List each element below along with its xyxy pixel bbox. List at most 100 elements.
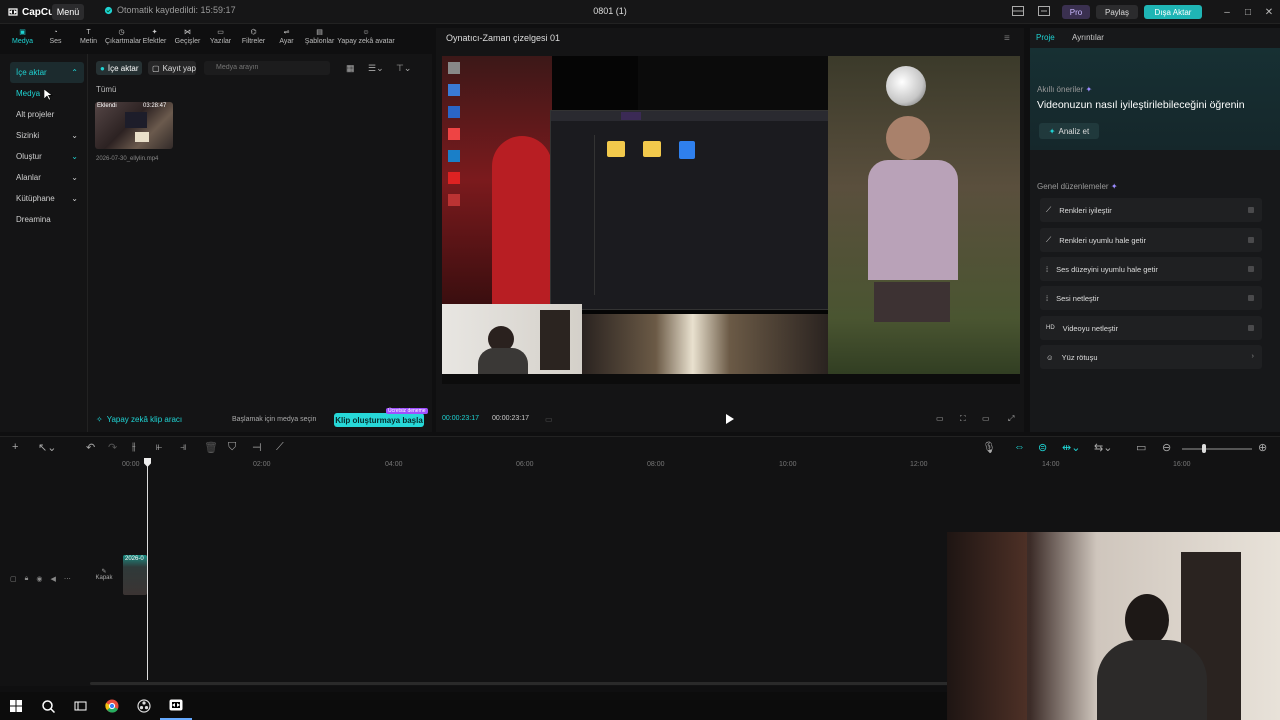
- playhead[interactable]: [147, 458, 148, 680]
- close-icon[interactable]: ✕: [1262, 5, 1276, 19]
- fullscreen-icon[interactable]: ⤢: [1008, 414, 1014, 424]
- split-left-icon[interactable]: ⫦: [156, 441, 162, 454]
- layout-icon[interactable]: [1012, 6, 1024, 16]
- link-icon[interactable]: ⇔: [1014, 441, 1025, 453]
- preview-axis-icon[interactable]: ⇹⌄: [1062, 441, 1080, 454]
- pro-button[interactable]: Pro: [1062, 5, 1090, 19]
- windows-start-icon[interactable]: [0, 692, 32, 720]
- ai-clip-tool[interactable]: ✧ Yapay zekâ klip aracı: [96, 415, 182, 424]
- media-search-input[interactable]: [204, 61, 330, 75]
- freeze-icon[interactable]: ⊣: [252, 441, 262, 454]
- start-clip-button[interactable]: Klip oluşturmaya başla: [334, 413, 424, 427]
- tab-media[interactable]: ▣ Medya: [6, 26, 39, 50]
- toggle[interactable]: [1248, 266, 1254, 272]
- grid-view-icon[interactable]: ▦: [346, 63, 355, 74]
- sidebar-item-create[interactable]: Oluştur ⌄: [10, 146, 84, 167]
- speaker-icon[interactable]: ◀: [50, 575, 55, 583]
- obs-icon[interactable]: [128, 692, 160, 720]
- caption-icon[interactable]: ▭: [1136, 441, 1146, 454]
- tab-stickers[interactable]: ◷ Çıkartmalar: [105, 26, 141, 50]
- sort-icon[interactable]: ☰⌄: [368, 63, 384, 74]
- video-strip: [582, 314, 828, 374]
- zoom-slider[interactable]: [1182, 448, 1252, 450]
- sidebar-item-dreamina[interactable]: Dreamina: [10, 209, 84, 230]
- tab-details[interactable]: Ayrıntılar: [1072, 33, 1104, 42]
- magnet-icon[interactable]: ⊜: [1038, 441, 1047, 454]
- chevron-right-icon: ›: [1251, 351, 1255, 360]
- toggle[interactable]: [1248, 295, 1254, 301]
- ai-edit-icon[interactable]: ⟋: [276, 441, 284, 454]
- tab-captions[interactable]: ▭ Yazılar: [204, 26, 237, 50]
- select-tool-icon[interactable]: ↖⌄: [38, 441, 56, 454]
- microphone-icon[interactable]: 🎙: [982, 441, 996, 454]
- timecode-toggle-icon[interactable]: ▭: [545, 415, 553, 424]
- shortcut-icon[interactable]: [1038, 6, 1050, 16]
- sidebar-item-spaces[interactable]: Alanlar ⌄: [10, 167, 84, 188]
- eye-icon[interactable]: ◉: [36, 575, 42, 583]
- filter-icon[interactable]: ⊤⌄: [396, 63, 411, 74]
- timeline-scrollbar[interactable]: [90, 682, 950, 685]
- sidebar-item-import[interactable]: İçe aktar ⌃: [10, 62, 84, 83]
- edit-video-clarify[interactable]: HD Videoyu netleştir: [1040, 316, 1262, 340]
- tab-effects[interactable]: ✦ Efektler: [138, 26, 171, 50]
- toggle[interactable]: [1248, 325, 1254, 331]
- player-shorts: [874, 282, 950, 322]
- toggle[interactable]: [1248, 207, 1254, 213]
- minimize-icon[interactable]: –: [1220, 5, 1234, 19]
- tab-filters[interactable]: ⌬ Filtreler: [237, 26, 270, 50]
- tab-adjust[interactable]: ⇌ Ayar: [270, 26, 303, 50]
- zoom-in-icon[interactable]: ⊕: [1258, 441, 1267, 454]
- sidebar-item-yours[interactable]: Sizinki ⌄: [10, 125, 84, 146]
- quality-icon[interactable]: ▭: [936, 414, 944, 423]
- capcut-taskbar-icon[interactable]: [160, 692, 192, 720]
- delete-icon[interactable]: 🗑: [204, 441, 218, 454]
- track-select-icon[interactable]: ▢: [10, 575, 17, 583]
- split-right-icon[interactable]: ⫣: [180, 441, 187, 454]
- all-filter-label[interactable]: Tümü: [96, 85, 116, 94]
- split-icon[interactable]: ⫲: [132, 441, 136, 454]
- edit-voice-clarify[interactable]: ⁞ Sesi netleştir: [1040, 286, 1262, 310]
- tab-templates[interactable]: ▤ Şablonlar: [303, 26, 336, 50]
- edit-face-retouch[interactable]: ☺ Yüz rötuşu ›: [1040, 345, 1262, 369]
- export-button[interactable]: Dışa Aktar: [1144, 5, 1202, 19]
- toggle[interactable]: [1248, 237, 1254, 243]
- fit-icon[interactable]: ⛶: [960, 414, 966, 424]
- play-button[interactable]: [726, 414, 734, 424]
- edit-volume-normalize[interactable]: ⁞ Ses düzeyini uyumlu hale getir: [1040, 257, 1262, 281]
- edit-color-match[interactable]: ⟋ Renkleri uyumlu hale getir: [1040, 228, 1262, 252]
- search-icon[interactable]: [32, 692, 64, 720]
- record-button[interactable]: ▢ Kayıt yap: [148, 61, 196, 75]
- add-track-icon[interactable]: +: [12, 441, 18, 453]
- chrome-icon[interactable]: [96, 692, 128, 720]
- sidebar-item-library[interactable]: Kütüphane ⌄: [10, 188, 84, 209]
- share-button[interactable]: Paylaş: [1096, 5, 1138, 19]
- tab-ai-avatar[interactable]: ☺ Yapay zekâ avatar: [336, 26, 396, 50]
- ruler-tick: 16:00: [1173, 461, 1191, 468]
- maximize-icon[interactable]: □: [1241, 5, 1255, 19]
- redo-icon[interactable]: ↷: [108, 441, 117, 454]
- lock-icon[interactable]: 🔒︎: [25, 575, 29, 583]
- more-icon[interactable]: ⋯: [64, 575, 71, 583]
- tab-audio[interactable]: ◔ Ses: [39, 26, 72, 50]
- tab-text[interactable]: T Metin: [72, 26, 105, 50]
- edit-color-enhance[interactable]: ⟋ Renkleri iyileştir: [1040, 198, 1262, 222]
- cover-button[interactable]: ✎ Kapak: [93, 568, 115, 590]
- tab-project[interactable]: Proje: [1036, 33, 1055, 42]
- desktop-icon: [448, 62, 460, 74]
- media-thumbnail[interactable]: [95, 102, 173, 149]
- sidebar-item-sub-projects[interactable]: Alt projeler: [10, 104, 84, 125]
- analyze-button[interactable]: ✦ Analiz et: [1039, 123, 1099, 139]
- player-jersey: [492, 136, 552, 306]
- ratio-icon[interactable]: ▭: [982, 414, 990, 423]
- task-view-icon[interactable]: [64, 692, 96, 720]
- marker-icon[interactable]: ⛉: [228, 441, 236, 454]
- player-menu-icon[interactable]: ≡: [1004, 33, 1010, 44]
- zoom-out-icon[interactable]: ⊖: [1162, 441, 1171, 454]
- tab-transitions[interactable]: ⋈ Geçişler: [171, 26, 204, 50]
- effects-icon: ✦: [151, 29, 158, 36]
- video-preview[interactable]: [442, 56, 1020, 384]
- zoom-slider-handle[interactable]: [1202, 444, 1206, 453]
- undo-icon[interactable]: ↶: [86, 441, 95, 454]
- snap-icon[interactable]: ⇆⌄: [1094, 441, 1112, 454]
- import-button[interactable]: ● İçe aktar: [96, 61, 142, 75]
